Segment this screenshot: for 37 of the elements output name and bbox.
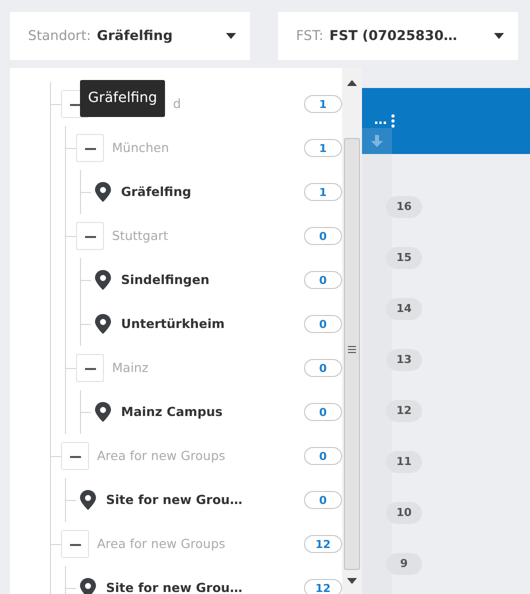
site-label[interactable]: Untertürkheim [121, 314, 225, 334]
site-label[interactable]: Gräfelfing [121, 182, 192, 202]
location-pin-icon [95, 182, 111, 202]
grip-icon [348, 346, 356, 353]
number-badge: 16 [386, 196, 422, 218]
filter-dropdown[interactable]: Standort: Gräfelfing [10, 12, 250, 60]
collapse-button[interactable] [76, 134, 104, 162]
collapse-button[interactable] [61, 530, 89, 558]
scrollbar[interactable] [342, 68, 362, 594]
site-label[interactable]: Site for new Grou… [106, 490, 242, 510]
location-pin-icon [80, 490, 96, 510]
location-pin-icon [95, 314, 111, 334]
number-badge: 12 [386, 400, 422, 422]
kebab-menu-icon[interactable] [391, 114, 395, 128]
site-label[interactable]: Site for new Grou… [106, 578, 242, 594]
number-badge: 14 [386, 298, 422, 320]
scroll-down-icon[interactable] [347, 578, 357, 584]
number-badge: 15 [386, 247, 422, 269]
scroll-up-icon[interactable] [347, 80, 357, 86]
caret-icon [226, 33, 236, 39]
header-text: … [374, 112, 387, 130]
collapse-button[interactable] [76, 354, 104, 382]
location-pin-icon [95, 402, 111, 422]
caret-icon [494, 33, 504, 39]
site-label[interactable]: Sindelfingen [121, 270, 210, 290]
down-arrow-icon [371, 135, 383, 147]
filter-dropdown[interactable]: FST: FST (07025830… [278, 12, 518, 60]
site-label[interactable]: Mainz Campus [121, 402, 223, 422]
number-badge: 10 [386, 502, 422, 524]
tooltip: Gräfelfing [80, 80, 166, 117]
location-pin-icon [80, 578, 96, 594]
collapse-button[interactable] [76, 222, 104, 250]
number-badge: 13 [386, 349, 422, 371]
number-badge: 11 [386, 451, 422, 473]
collapse-button[interactable] [61, 442, 89, 470]
location-pin-icon [95, 270, 111, 290]
number-badge: 9 [386, 553, 422, 575]
